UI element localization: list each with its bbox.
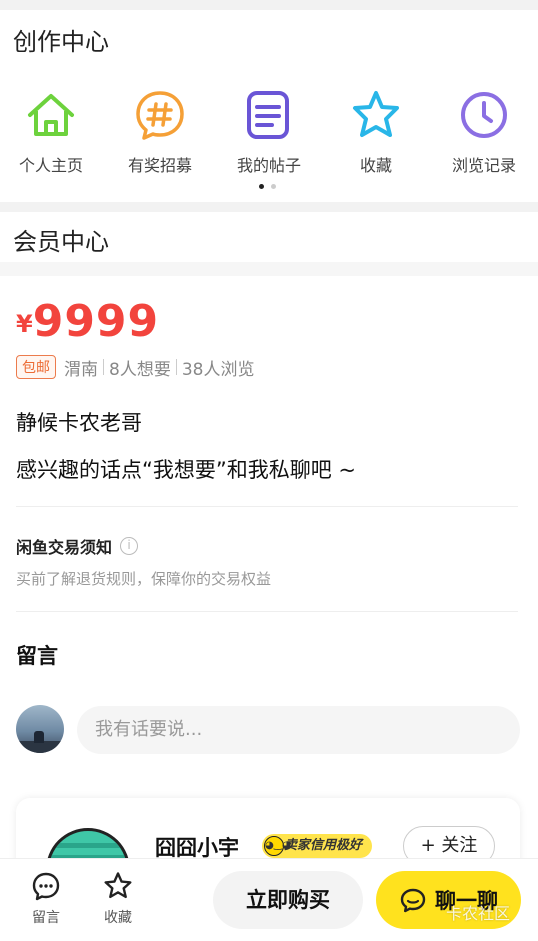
price: ¥9999 xyxy=(16,296,159,347)
comments-title: 留言 xyxy=(16,644,58,668)
avatar-stripe xyxy=(49,843,127,848)
tool-favorites[interactable]: 收藏 xyxy=(331,88,421,176)
divider xyxy=(16,611,518,612)
info-icon[interactable]: i xyxy=(120,537,139,555)
divider xyxy=(103,359,104,375)
creation-tools: 个人主页 有奖招募 我的帖子 收藏 浏览记录 xyxy=(0,88,538,198)
divider xyxy=(175,359,177,375)
star-icon xyxy=(349,88,403,142)
tool-browse-history[interactable]: 浏览记录 xyxy=(439,88,529,176)
top-separator xyxy=(0,0,538,10)
tool-label: 我的帖子 xyxy=(236,156,301,175)
description-line-1: 静候卡农老哥 xyxy=(16,411,142,435)
tool-label: 收藏 xyxy=(359,156,392,175)
user-avatar xyxy=(16,705,64,753)
chat-icon xyxy=(400,888,426,913)
currency-symbol: ¥ xyxy=(16,310,33,338)
member-center-title: 会员中心 xyxy=(13,228,109,256)
watermark: 卡农社区 xyxy=(446,904,511,923)
comment-action[interactable]: 留言 xyxy=(21,871,71,927)
listing-meta: 包邮 渭南 8人想要 38人浏览 xyxy=(16,354,254,380)
tool-rewards-recruit[interactable]: 有奖招募 xyxy=(115,88,205,176)
section-separator xyxy=(0,202,538,212)
section-separator xyxy=(0,262,538,276)
description-line-2: 感兴趣的话点“我想要”和我私聊吧 ~ xyxy=(16,458,357,482)
comment-input[interactable]: 我有话要说... xyxy=(77,706,520,754)
tool-label: 浏览记录 xyxy=(451,156,516,175)
tool-label: 有奖招募 xyxy=(127,156,192,175)
credit-badge: ◕‿◕ 卖家信用极好 xyxy=(262,834,373,858)
home-icon xyxy=(24,88,78,142)
favorite-action-label: 收藏 xyxy=(104,910,132,926)
tool-my-posts[interactable]: 我的帖子 xyxy=(224,88,314,176)
clock-icon xyxy=(457,88,511,142)
comment-icon xyxy=(32,872,60,901)
creation-center-title: 创作中心 xyxy=(13,28,109,56)
post-icon xyxy=(242,88,296,142)
trade-notice-subtitle[interactable]: 买前了解退货规则，保障你的交易权益 xyxy=(16,568,271,589)
page-dot xyxy=(271,184,276,189)
credit-face-icon: ◕‿◕ xyxy=(264,836,291,856)
tool-personal-homepage[interactable]: 个人主页 xyxy=(6,88,96,176)
creation-center-section: 创作中心 个人主页 有奖招募 我的帖子 收藏 浏览记录 xyxy=(0,10,538,202)
star-outline-icon xyxy=(104,872,132,899)
comment-action-label: 留言 xyxy=(32,910,60,926)
avatar-figure xyxy=(34,731,44,743)
free-shipping-badge: 包邮 xyxy=(16,355,56,379)
buy-now-button[interactable]: 立即购买 xyxy=(213,871,363,929)
page-indicator xyxy=(257,184,281,190)
view-count: 38人浏览 xyxy=(181,359,255,380)
want-count: 8人想要 xyxy=(109,359,171,380)
trade-notice-title[interactable]: 闲鱼交易须知 i xyxy=(16,534,139,558)
trade-notice-label: 闲鱼交易须知 xyxy=(16,538,113,557)
favorite-action[interactable]: 收藏 xyxy=(93,871,143,927)
location: 渭南 xyxy=(64,359,98,380)
divider xyxy=(16,506,518,507)
page-dot-active xyxy=(259,184,264,189)
tool-label: 个人主页 xyxy=(18,156,83,175)
price-value: 9999 xyxy=(32,296,160,347)
credit-badge-label: 卖家信用极好 xyxy=(284,838,363,853)
hashtag-icon xyxy=(133,88,187,142)
